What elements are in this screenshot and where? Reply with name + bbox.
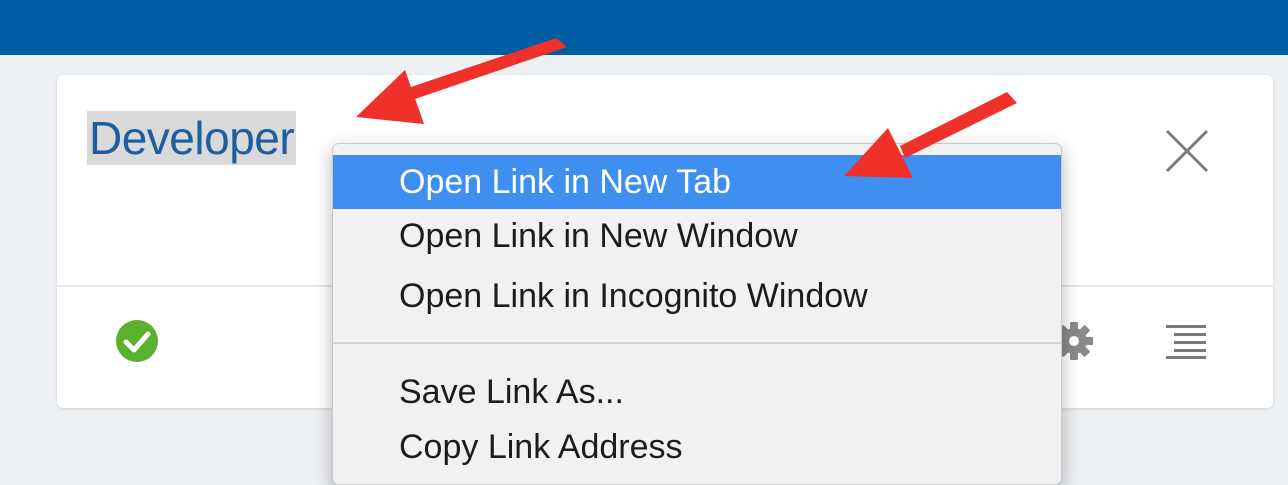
menu-item-copy-link-address[interactable]: Copy Link Address — [333, 420, 1061, 474]
menu-lines-icon[interactable] — [1164, 323, 1208, 361]
close-icon[interactable] — [1161, 125, 1213, 177]
menu-item-open-new-window[interactable]: Open Link in New Window — [333, 209, 1061, 263]
menu-separator — [333, 342, 1061, 344]
menu-item-open-new-tab[interactable]: Open Link in New Tab — [333, 155, 1061, 209]
check-circle-icon — [115, 319, 159, 363]
context-menu: Open Link in New Tab Open Link in New Wi… — [332, 143, 1062, 485]
menu-item-open-incognito[interactable]: Open Link in Incognito Window — [333, 269, 1061, 323]
developer-link[interactable]: Developer — [87, 111, 297, 165]
top-navigation-bar — [0, 0, 1288, 55]
menu-item-save-link-as[interactable]: Save Link As... — [333, 365, 1061, 419]
